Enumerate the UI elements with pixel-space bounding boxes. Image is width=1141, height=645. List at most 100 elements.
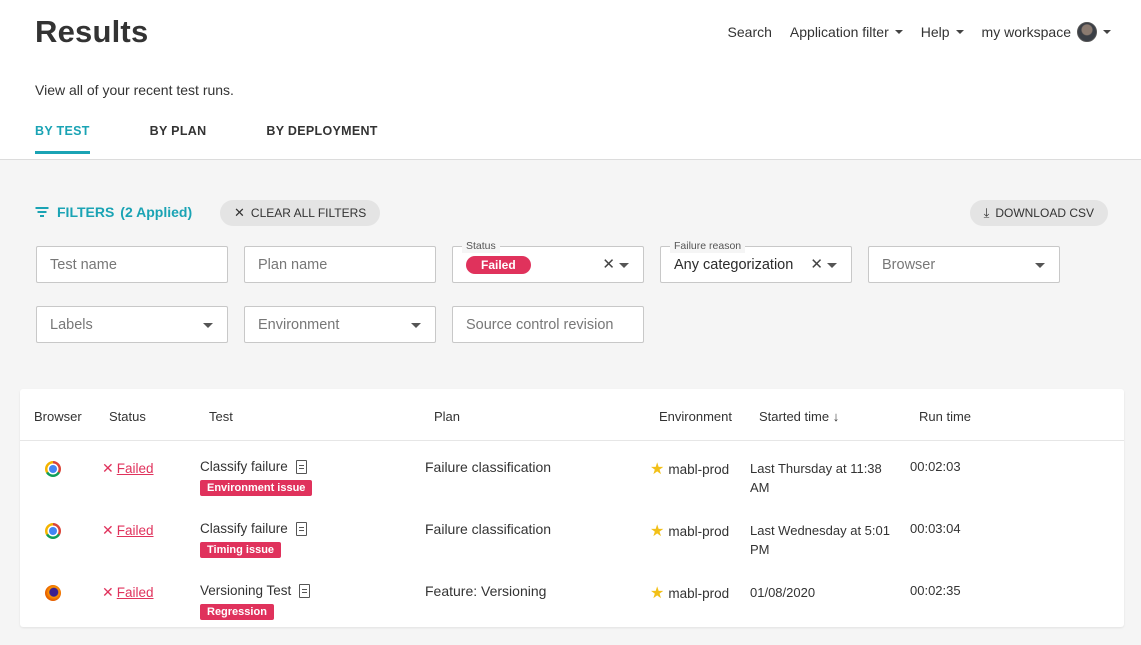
clear-failure-reason-icon[interactable]: ✕ — [810, 255, 823, 273]
workspace-label: my workspace — [981, 24, 1071, 40]
page-title: Results — [35, 14, 149, 49]
status-link[interactable]: Failed — [117, 523, 154, 538]
status-cell: ✕ Failed — [102, 460, 154, 477]
labels-select[interactable]: Labels — [36, 306, 228, 343]
star-icon: ★ — [650, 523, 665, 540]
download-icon: ⤓ — [983, 205, 990, 220]
table-row[interactable]: ✕ Failed Classify failure Environment is… — [20, 446, 1124, 508]
download-csv-button[interactable]: ⤓ DOWNLOAD CSV — [969, 200, 1108, 226]
help-label: Help — [920, 24, 950, 40]
status-link[interactable]: Failed — [117, 461, 154, 476]
clear-status-icon[interactable]: ✕ — [602, 255, 615, 273]
source-control-revision-input[interactable]: Source control revision — [452, 306, 644, 343]
filters-label: FILTERS — [57, 204, 115, 220]
star-icon: ★ — [650, 585, 665, 602]
failure-reason-legend: Failure reason — [670, 239, 746, 253]
browser-select[interactable]: Browser — [868, 246, 1060, 283]
column-header-status: Status — [109, 409, 146, 424]
filter-icon — [35, 207, 48, 217]
test-cell: Versioning Test Regression — [200, 583, 311, 620]
environment-name: mabl-prod — [668, 523, 730, 539]
plan-cell[interactable]: Feature: Versioning — [425, 583, 546, 599]
environment-name: mabl-prod — [668, 585, 730, 601]
status-select[interactable]: Status Failed ✕ — [452, 239, 644, 283]
table-row[interactable]: ✕ Failed Classify failure Timing issue F… — [20, 508, 1124, 570]
tab-by-deployment[interactable]: BY DEPLOYMENT — [266, 124, 377, 154]
run-time-cell: 00:02:35 — [910, 583, 961, 598]
header-divider — [20, 440, 1124, 441]
plan-cell[interactable]: Failure classification — [425, 521, 551, 537]
clear-all-filters-label: CLEAR ALL FILTERS — [250, 206, 367, 220]
clear-all-filters-button[interactable]: ✕ CLEAR ALL FILTERS — [220, 200, 381, 226]
run-time-cell: 00:03:04 — [910, 521, 961, 536]
top-navigation: Search Application filter Help my worksp… — [710, 22, 1111, 42]
results-tabs: BY TEST BY PLAN BY DEPLOYMENT — [35, 124, 438, 154]
application-filter-dropdown[interactable]: Application filter — [790, 24, 903, 40]
labels-placeholder: Labels — [50, 316, 93, 333]
page-header: Results Search Application filter Help m… — [0, 0, 1141, 160]
status-cell: ✕ Failed — [102, 584, 154, 601]
failure-reason-value: Any categorization — [674, 256, 794, 273]
chevron-down-icon — [1035, 263, 1045, 268]
failed-x-icon: ✕ — [102, 460, 114, 476]
plan-name-placeholder: Plan name — [258, 256, 328, 273]
failure-reason-select[interactable]: Failure reason Any categorization ✕ — [660, 239, 852, 283]
close-icon: ✕ — [234, 205, 245, 220]
environment-select[interactable]: Environment — [244, 306, 436, 343]
status-cell: ✕ Failed — [102, 522, 154, 539]
test-name[interactable]: Classify failure — [200, 521, 288, 536]
column-header-test: Test — [209, 409, 233, 424]
tab-by-plan[interactable]: BY PLAN — [150, 124, 207, 154]
run-time-cell: 00:02:03 — [910, 459, 961, 474]
column-header-environment: Environment — [659, 409, 732, 424]
filters-toggle[interactable]: FILTERS (2 Applied) — [35, 204, 192, 220]
chrome-icon — [45, 523, 61, 539]
column-header-run-time: Run time — [919, 409, 972, 424]
started-time-cell: Last Wednesday at 5:01 PM — [750, 523, 890, 557]
tab-by-test[interactable]: BY TEST — [35, 124, 90, 154]
plan-cell[interactable]: Failure classification — [425, 459, 551, 475]
column-header-started-time[interactable]: Started time ↓ — [759, 409, 839, 424]
status-link[interactable]: Failed — [117, 585, 154, 600]
browser-placeholder: Browser — [882, 256, 936, 273]
failed-x-icon: ✕ — [102, 522, 114, 538]
chevron-down-icon — [411, 323, 421, 328]
source-control-placeholder: Source control revision — [466, 316, 614, 333]
failure-tag: Timing issue — [200, 542, 282, 558]
column-header-plan: Plan — [434, 409, 461, 424]
document-icon[interactable] — [295, 521, 307, 536]
status-chip-failed: Failed — [466, 255, 531, 274]
environment-cell: ★ mabl-prod — [650, 583, 729, 603]
failed-x-icon: ✕ — [102, 584, 114, 600]
firefox-icon — [45, 585, 61, 601]
search-label: Search — [727, 24, 772, 40]
environment-cell: ★ mabl-prod — [650, 459, 729, 479]
table-row[interactable]: ✕ Failed Versioning Test Regression Feat… — [20, 570, 1124, 632]
plan-name-input[interactable]: Plan name — [244, 246, 436, 283]
column-header-browser: Browser — [34, 409, 82, 424]
avatar — [1077, 22, 1097, 42]
test-name-placeholder: Test name — [50, 256, 117, 273]
filters-toolbar: FILTERS (2 Applied) ✕ CLEAR ALL FILTERS … — [35, 200, 1108, 226]
test-cell: Classify failure Environment issue — [200, 459, 313, 496]
failure-tag: Environment issue — [200, 480, 313, 496]
results-table: Browser Status Test Plan Environment Sta… — [20, 389, 1124, 627]
star-icon: ★ — [650, 461, 665, 478]
chevron-down-icon — [1103, 30, 1111, 34]
failure-tag: Regression — [200, 604, 274, 620]
search-link[interactable]: Search — [728, 24, 772, 40]
page-subtitle: View all of your recent test runs. — [35, 82, 234, 98]
environment-placeholder: Environment — [258, 316, 340, 333]
help-dropdown[interactable]: Help — [921, 24, 964, 40]
environment-name: mabl-prod — [668, 461, 730, 477]
test-name-input[interactable]: Test name — [36, 246, 228, 283]
document-icon[interactable] — [295, 459, 307, 474]
started-time-cell: Last Thursday at 11:38 AM — [750, 461, 882, 495]
document-icon[interactable] — [299, 583, 311, 598]
filters-applied-count: (2 Applied) — [120, 204, 193, 220]
chrome-icon — [45, 461, 61, 477]
chevron-down-icon — [619, 263, 629, 268]
test-name[interactable]: Classify failure — [200, 459, 288, 474]
test-name[interactable]: Versioning Test — [200, 583, 291, 598]
workspace-dropdown[interactable]: my workspace — [982, 22, 1111, 42]
